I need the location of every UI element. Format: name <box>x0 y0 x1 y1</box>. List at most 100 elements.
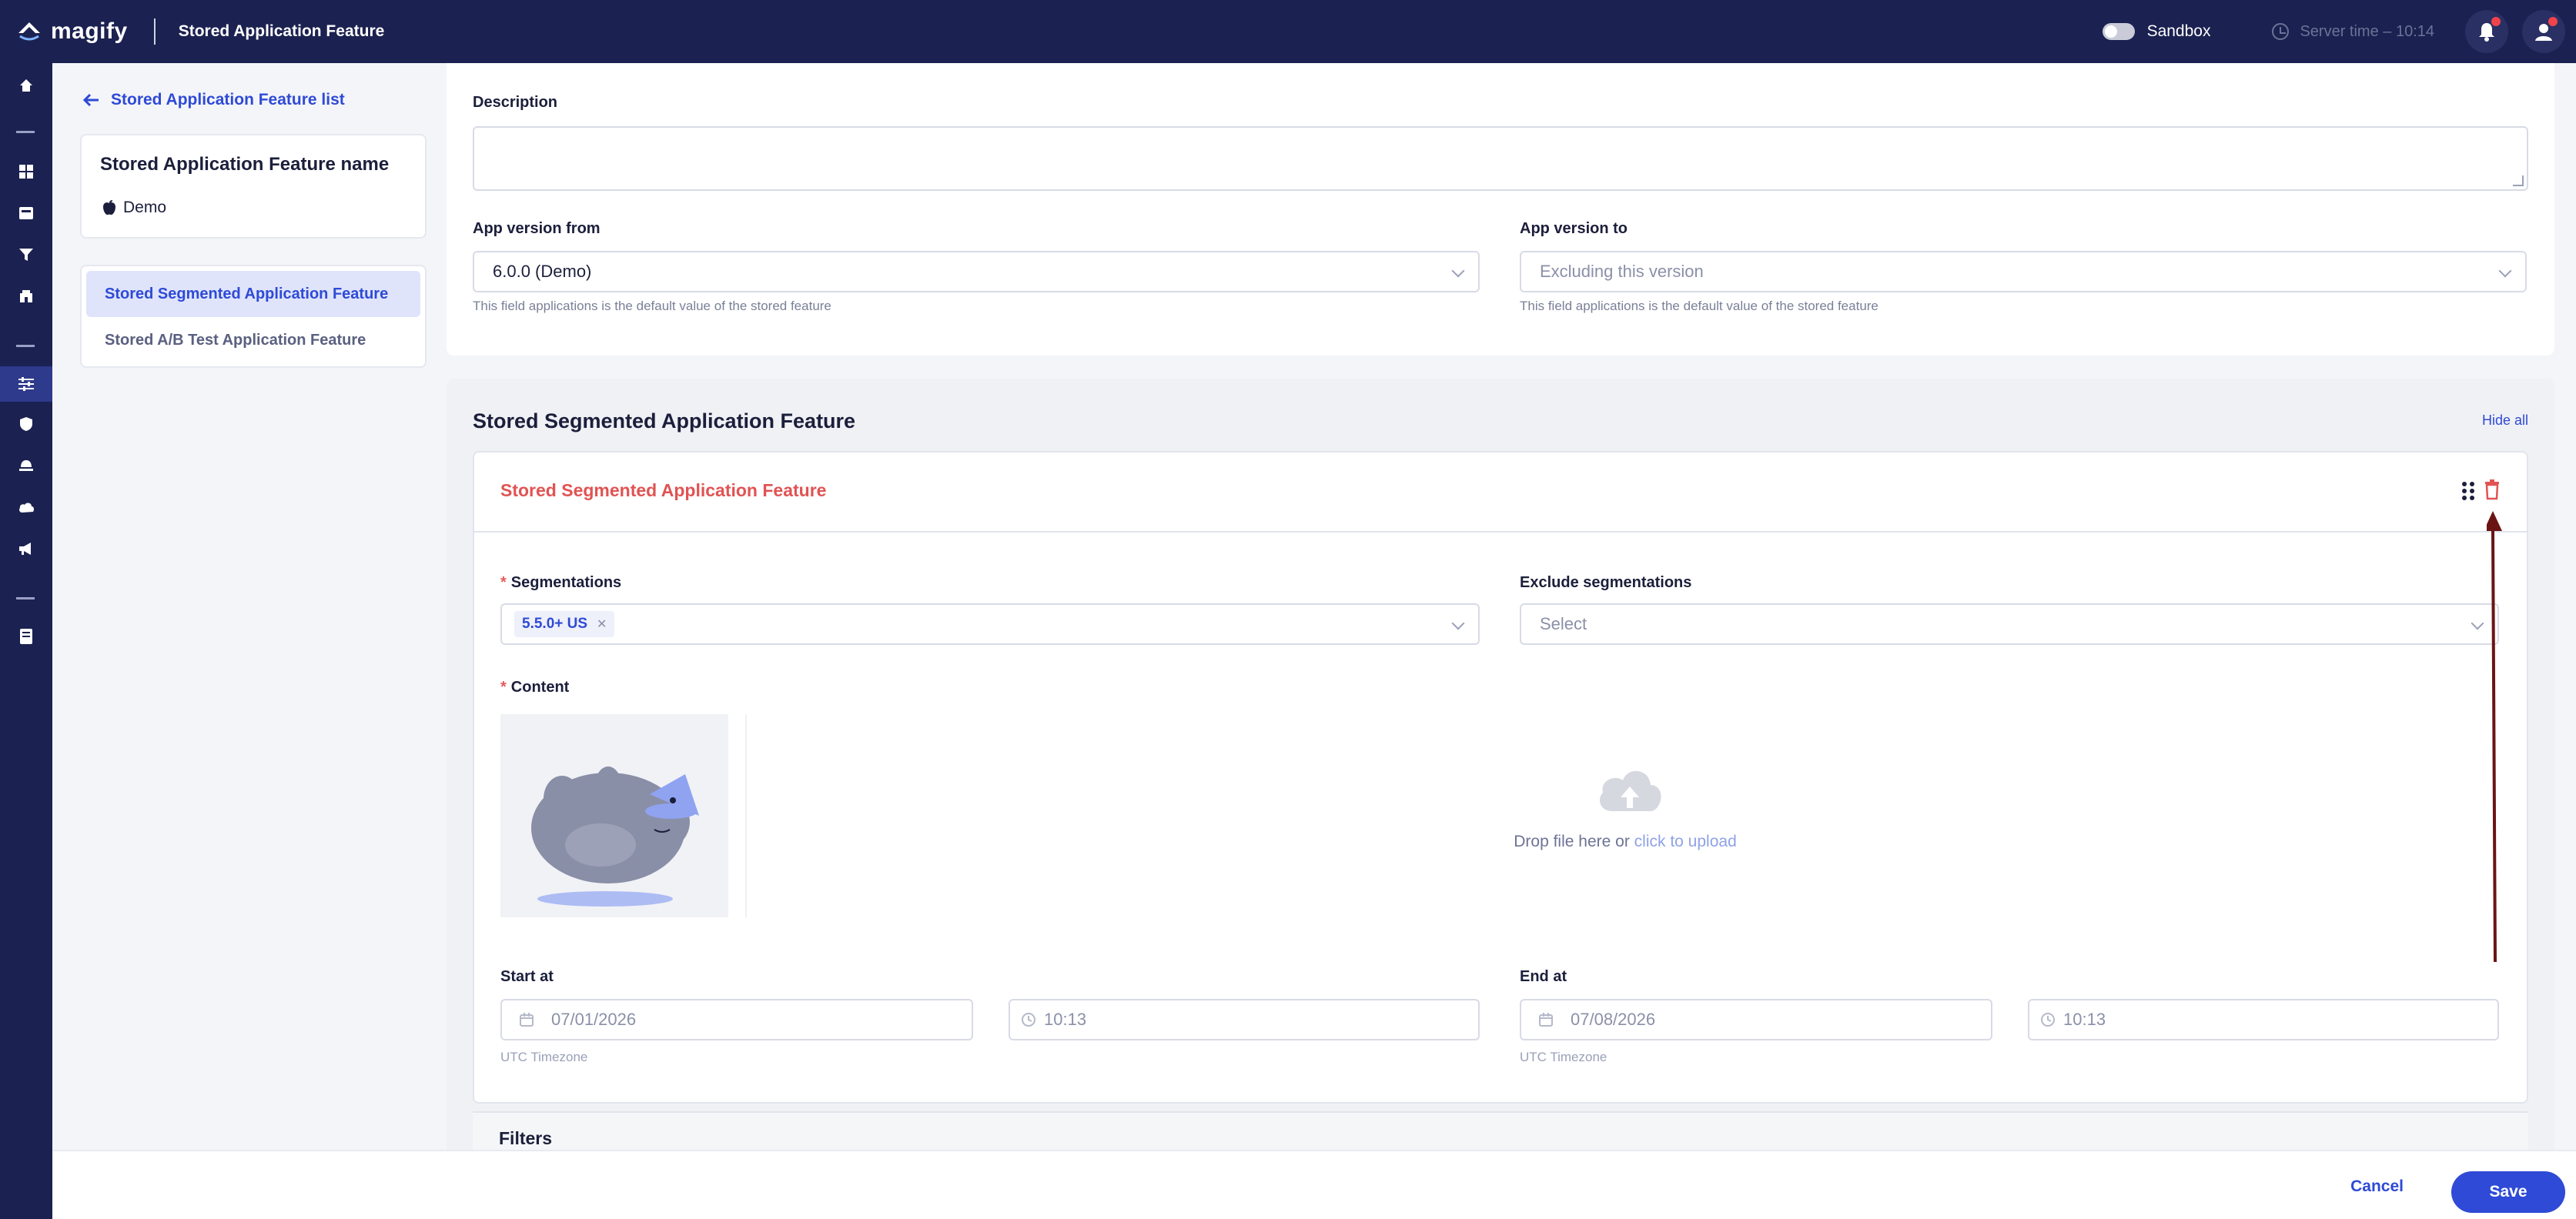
app-name: Demo <box>123 199 167 216</box>
rail-filter[interactable] <box>0 237 52 272</box>
apple-icon <box>103 200 115 215</box>
page-title: Stored Application Feature <box>178 22 385 40</box>
general-settings-card: Description App version from 6.0.0 (Demo… <box>447 63 2554 356</box>
end-at-label: End at <box>1520 968 1567 985</box>
segmentations-select[interactable]: 5.5.0+ US ✕ <box>500 603 1480 645</box>
content-label: * Content <box>500 679 570 696</box>
alarm-icon <box>19 460 33 471</box>
notification-badge <box>2491 17 2501 26</box>
hide-all-link[interactable]: Hide all <box>2482 412 2528 429</box>
exclude-segmentations-select[interactable]: Select <box>1520 603 2499 645</box>
version-from-hint: This field applications is the default v… <box>473 299 831 313</box>
version-to-select[interactable]: Excluding this version <box>1520 251 2527 292</box>
segmented-feature-card: Stored Segmented Application Feature * Se… <box>473 451 2528 1104</box>
description-textarea[interactable] <box>473 126 2528 191</box>
filter-icon <box>19 249 33 261</box>
rail-shop[interactable] <box>0 279 52 314</box>
chevron-down-icon <box>2471 616 2484 630</box>
shield-icon <box>20 417 32 431</box>
back-to-list-link[interactable]: Stored Application Feature list <box>82 91 345 109</box>
feature-name-card: Stored Application Feature name Demo <box>80 134 427 239</box>
version-to-hint: This field applications is the default v… <box>1520 299 1878 313</box>
remove-tag-icon[interactable]: ✕ <box>597 616 607 632</box>
top-bar: magify Stored Application Feature Sandbo… <box>0 0 2576 63</box>
server-time: Server time – 10:14 <box>2300 22 2434 40</box>
end-date-input[interactable]: 07/08/2026 <box>1520 999 1992 1040</box>
rail-docs[interactable] <box>0 619 52 654</box>
magify-logo-icon <box>18 22 40 41</box>
rail-divider <box>16 131 35 133</box>
upload-instructions: Drop file here or click to upload <box>1514 833 1737 850</box>
end-time-input[interactable]: 10:13 <box>2028 999 2499 1040</box>
rail-cloud[interactable] <box>0 489 52 525</box>
segmentations-label: * Segmentations <box>500 574 622 591</box>
chevron-down-icon <box>1451 264 1465 278</box>
cloud-icon <box>19 503 35 513</box>
notifications-button[interactable] <box>2465 10 2508 53</box>
cloud-upload-icon <box>1600 770 1661 811</box>
back-link-label: Stored Application Feature list <box>111 91 345 109</box>
sandbox-label: Sandbox <box>2146 22 2211 40</box>
chevron-down-icon <box>1451 616 1465 630</box>
main-content: Description App version from 6.0.0 (Demo… <box>447 63 2554 1157</box>
segmented-feature-section: Stored Segmented Application Feature Hid… <box>447 379 2554 1157</box>
click-to-upload-link[interactable]: click to upload <box>1634 833 1737 850</box>
clock-icon <box>2272 23 2290 40</box>
rail-campaigns[interactable] <box>0 531 52 566</box>
annotation-arrow <box>2487 511 2502 963</box>
rail-home[interactable] <box>0 68 52 103</box>
brand-name: magify <box>51 18 128 44</box>
arrow-left-icon <box>82 93 99 107</box>
side-rail <box>0 63 52 1219</box>
segmentation-tag-label: 5.5.0+ US <box>522 616 588 632</box>
inbox-icon <box>19 207 33 219</box>
app-platform: Demo <box>102 199 166 217</box>
rail-alerts[interactable] <box>0 448 52 483</box>
version-to-placeholder: Excluding this version <box>1540 262 1704 281</box>
segmentation-tag: 5.5.0+ US ✕ <box>514 611 615 637</box>
file-upload-dropzone[interactable]: Drop file here or click to upload <box>745 714 2504 917</box>
clock-icon <box>2041 1013 2055 1027</box>
start-at-label: Start at <box>500 968 554 985</box>
nav-segmented-feature[interactable]: Stored Segmented Application Feature <box>86 271 420 317</box>
version-from-value: 6.0.0 (Demo) <box>493 262 592 281</box>
drag-handle-icon[interactable] <box>2461 480 2476 502</box>
delete-icon[interactable] <box>2484 479 2501 500</box>
section-title: Stored Segmented Application Feature <box>473 409 856 432</box>
rail-divider <box>16 597 35 599</box>
user-avatar-button[interactable] <box>2522 10 2565 53</box>
chevron-down-icon <box>2498 264 2512 278</box>
version-to-label: App version to <box>1520 220 1628 237</box>
feature-name-title: Stored Application Feature name <box>100 154 390 175</box>
start-date-value: 07/01/2026 <box>551 1010 637 1029</box>
logo[interactable]: magify <box>15 18 128 45</box>
shop-icon <box>20 290 32 302</box>
end-date-value: 07/08/2026 <box>1571 1010 1656 1029</box>
start-time-value: 10:13 <box>1044 1010 1087 1029</box>
home-icon <box>20 79 32 92</box>
start-time-input[interactable]: 10:13 <box>1009 999 1480 1040</box>
exclude-placeholder: Select <box>1540 614 1587 633</box>
rail-security[interactable] <box>0 406 52 442</box>
feature-card-header[interactable]: Stored Segmented Application Feature <box>474 453 2527 533</box>
rail-dashboard[interactable] <box>0 154 52 189</box>
nav-ab-test-feature[interactable]: Stored A/B Test Application Feature <box>86 317 420 363</box>
content-preview-image[interactable] <box>500 714 728 917</box>
sandbox-toggle[interactable] <box>2102 23 2135 40</box>
cat-wizard-illustration <box>531 766 699 907</box>
rail-inbox[interactable] <box>0 195 52 231</box>
calendar-icon <box>520 1013 534 1027</box>
version-from-select[interactable]: 6.0.0 (Demo) <box>473 251 1480 292</box>
start-timezone-note: UTC Timezone <box>500 1050 588 1064</box>
save-button[interactable]: Save <box>2451 1171 2565 1213</box>
end-time-value: 10:13 <box>2063 1010 2106 1029</box>
calendar-icon <box>1539 1013 1553 1027</box>
clock-icon <box>1022 1013 1035 1027</box>
feature-card-title: Stored Segmented Application Feature <box>500 480 827 500</box>
filters-label: Filters <box>499 1128 553 1148</box>
rail-features[interactable] <box>0 366 52 402</box>
cancel-button[interactable]: Cancel <box>2350 1177 2404 1196</box>
start-date-input[interactable]: 07/01/2026 <box>500 999 973 1040</box>
megaphone-icon <box>19 543 31 555</box>
exclude-segmentations-label: Exclude segmentations <box>1520 574 1692 591</box>
